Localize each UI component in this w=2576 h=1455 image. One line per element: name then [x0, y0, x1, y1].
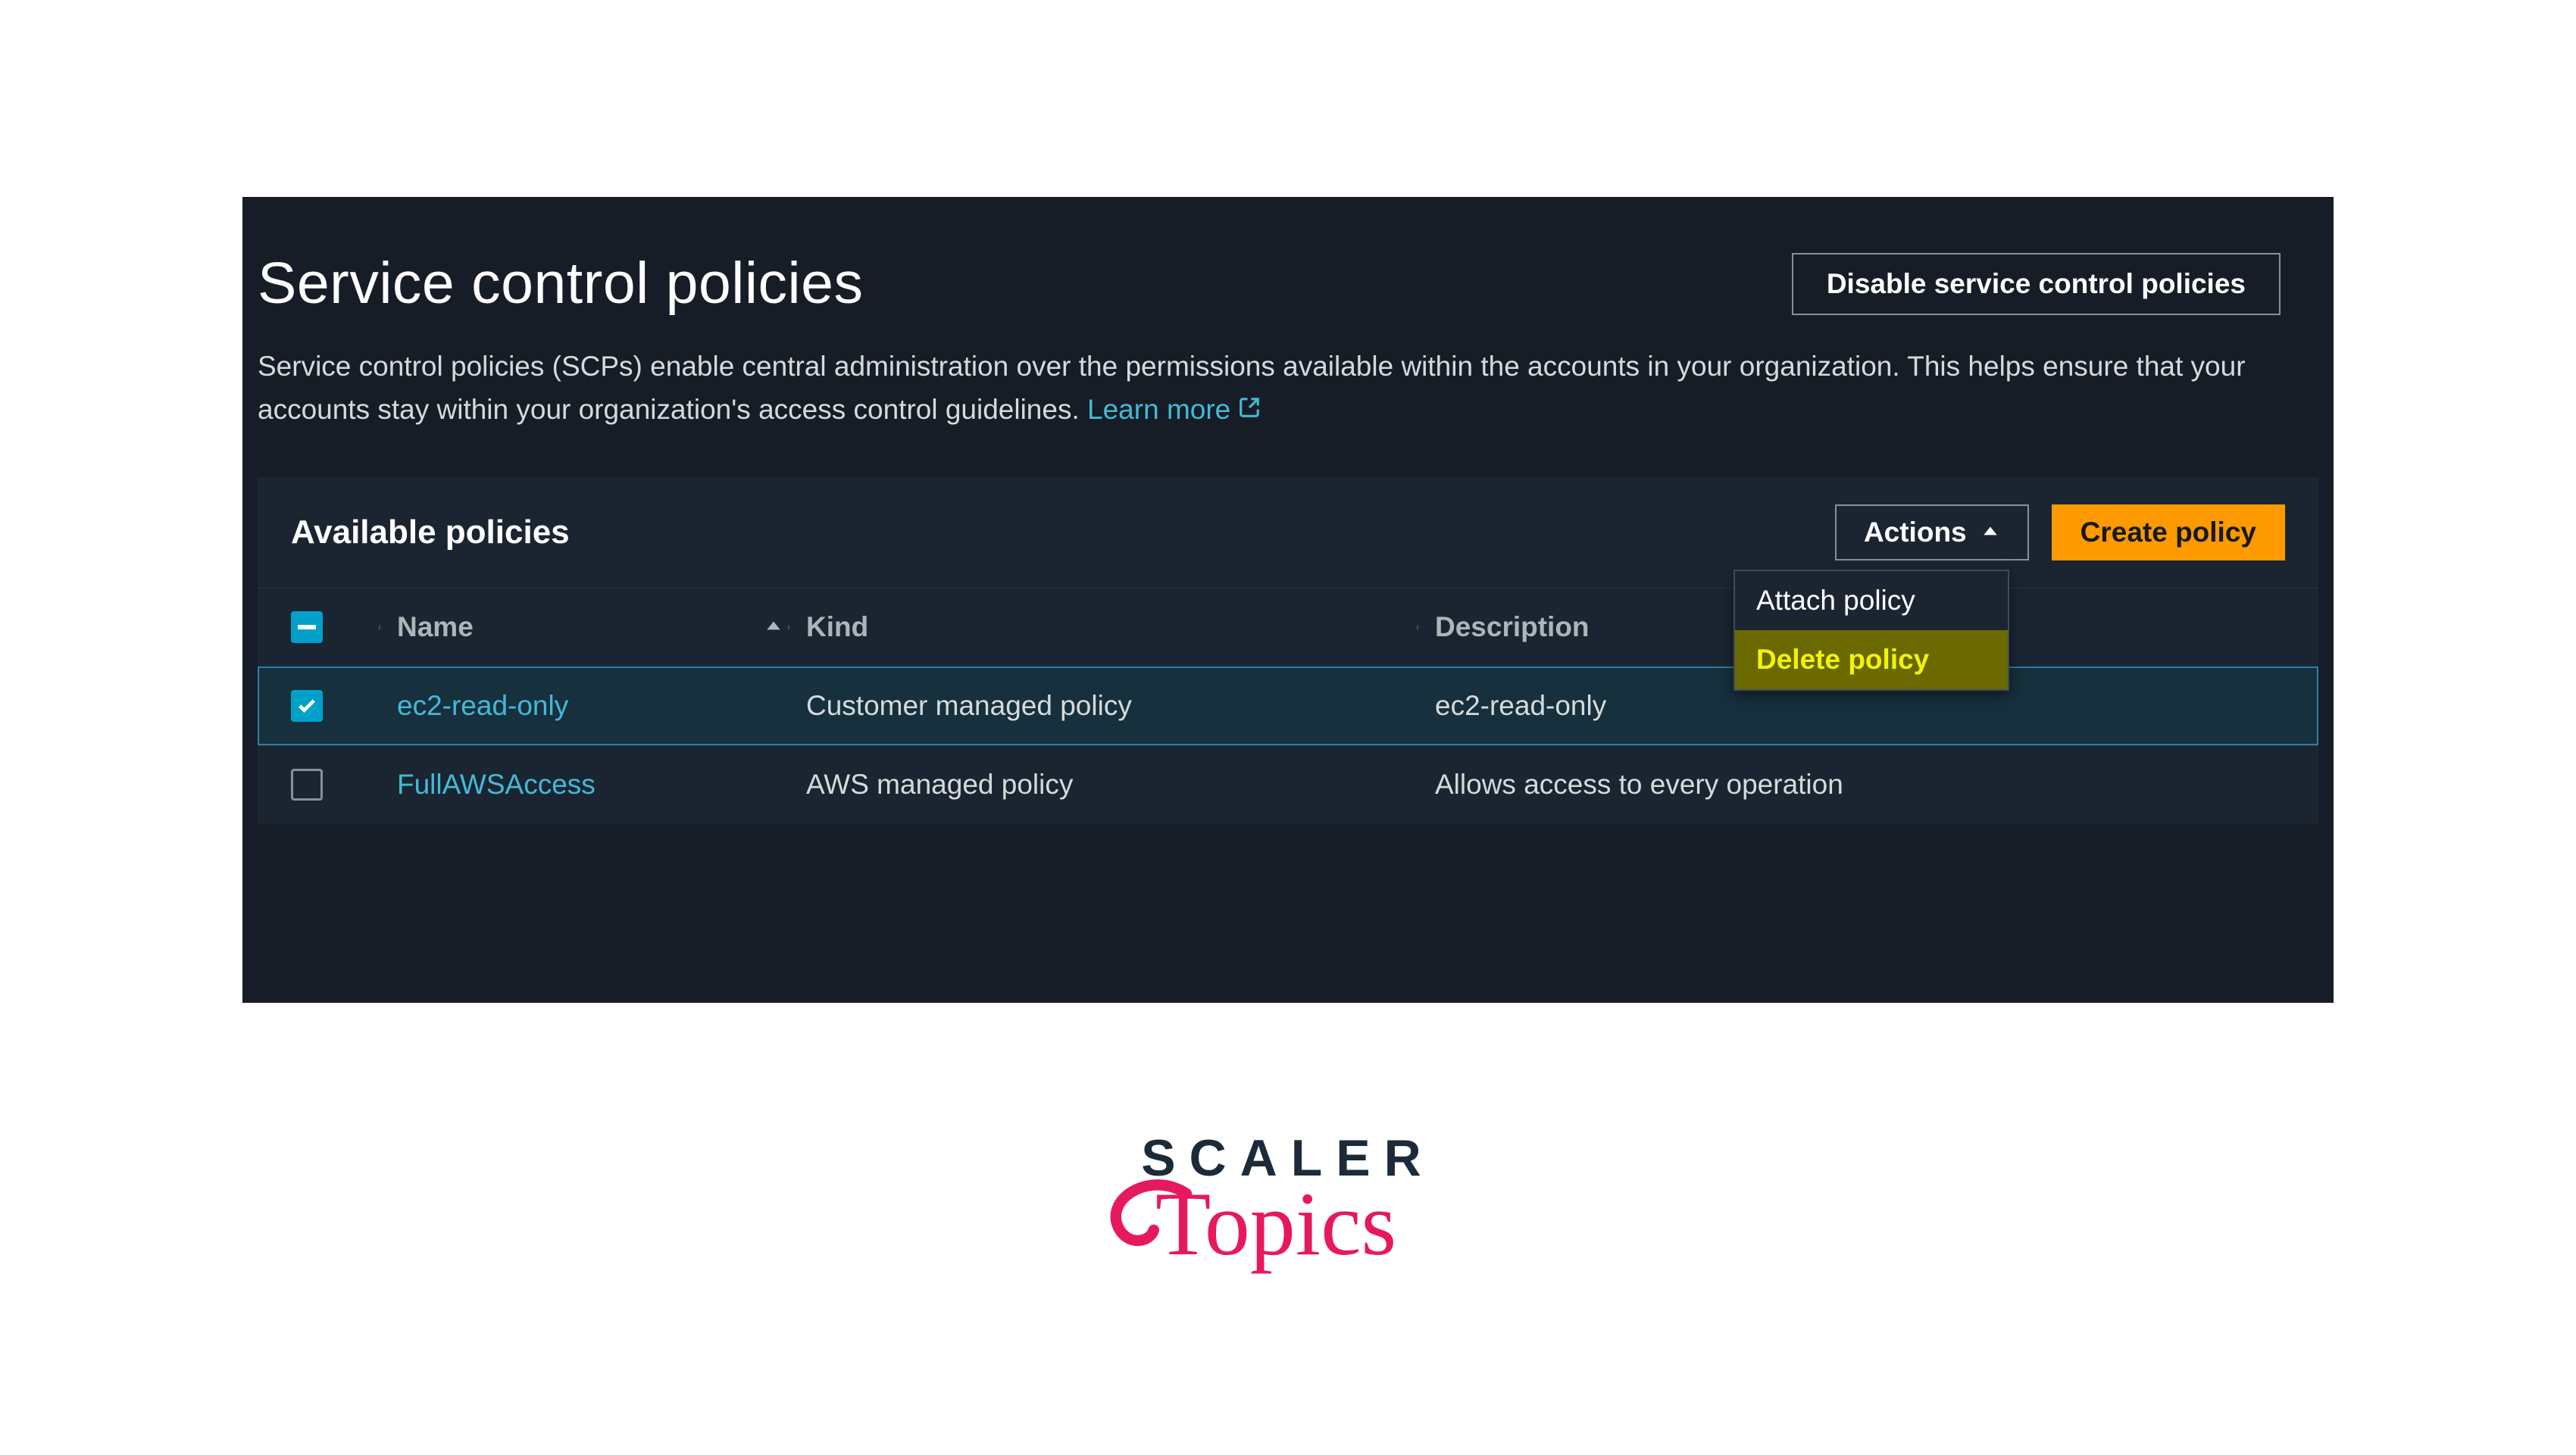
policy-description: Allows access to every operation	[1435, 769, 2285, 801]
column-header-kind[interactable]: Kind	[806, 611, 1435, 643]
actions-dropdown-menu: Attach policy Delete policy	[1733, 570, 2009, 691]
available-policies-panel: Available policies Actions Create policy…	[258, 477, 2318, 824]
table-row[interactable]: FullAWSAccess AWS managed policy Allows …	[258, 745, 2318, 824]
dropdown-item-attach-policy[interactable]: Attach policy	[1735, 571, 2008, 630]
row-checkbox[interactable]	[291, 690, 323, 722]
actions-label: Actions	[1864, 517, 1967, 548]
column-kind-label: Kind	[806, 611, 868, 643]
disable-scp-button[interactable]: Disable service control policies	[1792, 253, 2281, 315]
external-link-icon	[1238, 388, 1261, 431]
scaler-topics-logo: SCALER Topics	[0, 1129, 2576, 1286]
caret-up-icon	[1980, 517, 2000, 548]
panel-title: Available policies	[291, 514, 570, 551]
column-description-label: Description	[1435, 611, 1590, 643]
policy-name-link[interactable]: ec2-read-only	[397, 690, 806, 722]
logo-word-topics: Topics	[1155, 1188, 1474, 1260]
table-row[interactable]: ec2-read-only Customer managed policy ec…	[258, 667, 2318, 745]
policies-table: Name Kind Description	[258, 588, 2318, 824]
policy-description: ec2-read-only	[1435, 690, 2285, 722]
actions-dropdown-button[interactable]: Actions	[1835, 504, 2029, 560]
aws-console-panel: Service control policies Disable service…	[242, 197, 2334, 1003]
policy-kind: Customer managed policy	[806, 690, 1435, 722]
column-header-name[interactable]: Name	[397, 611, 806, 643]
policy-kind: AWS managed policy	[806, 769, 1435, 801]
select-all-checkbox[interactable]	[291, 611, 323, 643]
learn-more-label: Learn more	[1087, 388, 1230, 431]
page-title: Service control policies	[258, 250, 863, 317]
policy-name-link[interactable]: FullAWSAccess	[397, 769, 806, 801]
learn-more-link[interactable]: Learn more	[1087, 388, 1261, 431]
table-header-row: Name Kind Description	[258, 588, 2318, 667]
page-description: Service control policies (SCPs) enable c…	[242, 317, 2334, 432]
dropdown-item-delete-policy[interactable]: Delete policy	[1735, 630, 2008, 689]
sort-asc-icon	[764, 611, 783, 643]
column-name-label: Name	[397, 611, 474, 643]
row-checkbox[interactable]	[291, 769, 323, 801]
create-policy-button[interactable]: Create policy	[2052, 504, 2285, 560]
